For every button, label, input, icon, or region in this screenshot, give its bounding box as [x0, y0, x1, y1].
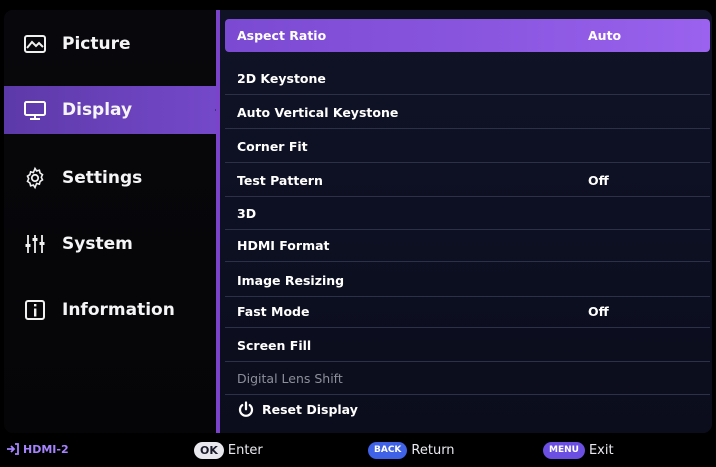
menu-row-aspect-ratio[interactable]: Aspect Ratio Auto — [225, 19, 710, 52]
menu-hint-label: Exit — [588, 443, 614, 458]
ok-hint: OK Enter — [194, 442, 263, 459]
back-hint: BACK Return — [368, 442, 455, 459]
menu-row-image-resizing[interactable]: Image Resizing — [225, 264, 710, 297]
sidebar-item-label: Information — [62, 300, 175, 320]
sidebar-item-information[interactable]: Information — [4, 286, 216, 334]
back-key-icon: BACK — [368, 442, 408, 459]
reset-icon — [238, 400, 254, 417]
back-hint-label: Return — [411, 443, 455, 458]
sidebar-item-label: Picture — [62, 34, 131, 54]
row-label: Aspect Ratio — [237, 28, 327, 43]
gear-icon — [22, 165, 48, 191]
sidebar-item-label: Display — [62, 100, 133, 120]
menu-row-fast-mode[interactable]: Fast Mode Off — [225, 295, 710, 328]
row-label: Digital Lens Shift — [237, 370, 343, 386]
menu-row-screen-fill[interactable]: Screen Fill — [225, 329, 710, 362]
menu-row-reset-display[interactable]: Reset Display — [225, 393, 710, 426]
menu-row-corner-fit[interactable]: Corner Fit — [225, 130, 710, 163]
row-value: Auto — [588, 28, 622, 43]
sidebar-item-picture[interactable]: Picture — [4, 20, 216, 68]
sidebar-item-label: System — [62, 234, 133, 254]
menu-row-auto-vertical-keystone[interactable]: Auto Vertical Keystone — [225, 96, 710, 129]
row-value: Off — [588, 303, 609, 319]
sidebar-item-display[interactable]: Display — [4, 86, 225, 134]
info-icon — [22, 297, 48, 323]
menu-row-test-pattern[interactable]: Test Pattern Off — [225, 164, 710, 197]
sidebar: Picture Display Settings System Informat… — [4, 10, 225, 433]
reset-row-content: Reset Display — [237, 400, 358, 419]
row-label: Reset Display — [262, 402, 358, 417]
ok-hint-label: Enter — [227, 443, 263, 458]
row-label: Image Resizing — [237, 272, 345, 288]
ok-key-icon: OK — [194, 442, 224, 459]
source-indicator: HDMI-2 — [6, 442, 69, 456]
row-label: Corner Fit — [237, 138, 308, 154]
row-label: HDMI Format — [237, 237, 330, 253]
projector-screen: Picture Display Settings System Informat… — [0, 0, 716, 467]
source-label: HDMI-2 — [23, 442, 69, 456]
sidebar-item-system[interactable]: System — [4, 220, 216, 268]
row-label: Test Pattern — [237, 172, 323, 188]
menu-key-icon: MENU — [543, 442, 585, 459]
picture-icon — [22, 31, 48, 57]
row-label: Auto Vertical Keystone — [237, 104, 399, 120]
monitor-icon — [22, 97, 48, 123]
menu-row-3d[interactable]: 3D — [225, 197, 710, 230]
footer-bar: HDMI-2 OK Enter BACK Return MENU Exit — [0, 436, 716, 467]
row-value: Off — [588, 172, 609, 188]
row-label: Screen Fill — [237, 337, 312, 353]
row-label: 2D Keystone — [237, 70, 326, 86]
row-label: Fast Mode — [237, 303, 310, 319]
sidebar-item-settings[interactable]: Settings — [4, 154, 216, 202]
sliders-icon — [22, 231, 48, 257]
row-label: 3D — [237, 205, 257, 221]
menu-row-2d-keystone[interactable]: 2D Keystone — [225, 62, 710, 95]
panel-divider — [216, 10, 220, 433]
sidebar-item-label: Settings — [62, 168, 143, 188]
menu-hint: MENU Exit — [543, 442, 614, 459]
menu-row-digital-lens-shift: Digital Lens Shift — [225, 362, 710, 395]
input-source-icon — [7, 443, 19, 455]
menu-row-hdmi-format[interactable]: HDMI Format — [225, 229, 710, 262]
